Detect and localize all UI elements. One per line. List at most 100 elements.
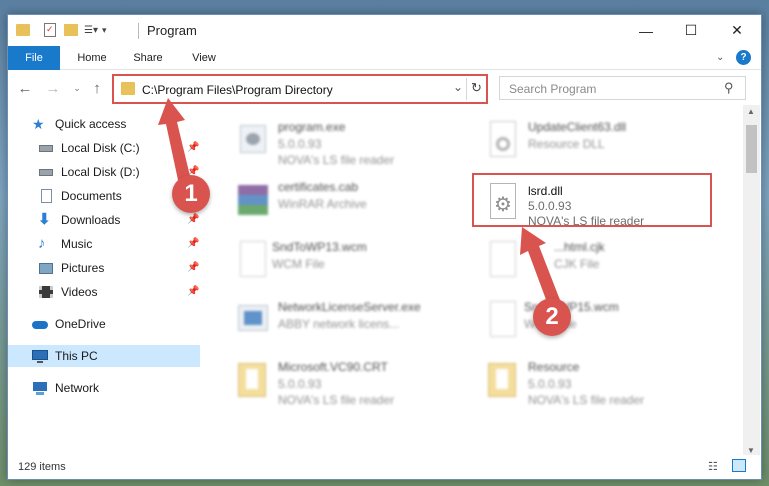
file-name: ...html.cjk <box>554 240 605 254</box>
scroll-up-icon[interactable]: ▲ <box>747 107 755 116</box>
file-name: Resource <box>528 360 580 374</box>
new-folder-icon[interactable] <box>64 24 78 36</box>
pin-icon[interactable]: 📌 <box>187 214 199 225</box>
quick-access-toolbar: ✓ ☰▾ ▾ <box>16 21 107 39</box>
details-view-icon[interactable]: ☷ <box>708 460 718 473</box>
sidebar-item-label: This PC <box>55 349 98 363</box>
navigation-pane: ★ Quick access Local Disk (C:) 📌 Local D… <box>8 105 200 457</box>
ribbon-tabs: File Home Share View ⌄ ? <box>8 46 761 100</box>
file-description: NOVA's LS file reader <box>278 393 395 407</box>
file-explorer-window: ✓ ☰▾ ▾ Program — ☐ ✕ File Home Share Vie… <box>7 14 762 480</box>
pin-icon[interactable]: 📌 <box>187 238 199 249</box>
large-icons-view-icon[interactable] <box>732 459 746 472</box>
step-badge-2: 2 <box>533 298 571 336</box>
file-item-resource[interactable]: Resource 5.0.0.93 NOVA's LS file reader <box>474 351 714 407</box>
sidebar-item-local-disk-d[interactable]: Local Disk (D:) 📌 <box>8 161 200 183</box>
file-name: NetworkLicenseServer.exe <box>278 300 421 314</box>
file-description: ABBY network licens... <box>278 317 400 331</box>
sidebar-item-label: Local Disk (C:) <box>61 141 140 155</box>
pin-icon[interactable]: 📌 <box>187 286 199 297</box>
file-item-networklicenseserver-exe[interactable]: NetworkLicenseServer.exe ABBY network li… <box>224 291 464 345</box>
sidebar-item-local-disk-c[interactable]: Local Disk (C:) 📌 <box>8 137 200 159</box>
sidebar-item-onedrive[interactable]: OneDrive <box>8 313 200 335</box>
up-arrow-icon[interactable]: ↑ <box>88 79 106 97</box>
file-item-microsoft-vc90-crt[interactable]: Microsoft.VC90.CRT 5.0.0.93 NOVA's LS fi… <box>224 351 464 407</box>
tab-share[interactable]: Share <box>126 46 170 70</box>
close-button[interactable]: ✕ <box>714 15 760 46</box>
music-icon: ♪ <box>38 235 46 252</box>
file-item-sndtowp15-wcm[interactable]: SndToWP15.wcm WCM File <box>474 291 714 345</box>
sidebar-item-label: Quick access <box>55 117 127 131</box>
drive-icon <box>38 164 54 180</box>
file-description: NOVA's LS file reader <box>278 153 395 167</box>
back-arrow-icon[interactable]: ← <box>16 79 34 97</box>
address-separator <box>466 78 467 100</box>
folder-doc-icon <box>486 359 520 399</box>
sidebar-item-quick-access[interactable]: ★ Quick access <box>8 113 200 135</box>
cloud-icon <box>32 316 48 332</box>
sidebar-item-label: Network <box>55 381 100 395</box>
file-icon <box>486 299 520 339</box>
network-icon <box>32 380 48 396</box>
search-input[interactable]: Search Program <box>509 82 596 96</box>
file-item-program-exe[interactable]: program.exe 5.0.0.93 NOVA's LS file read… <box>224 111 464 167</box>
chevron-down-icon[interactable]: ⌄ <box>453 80 463 94</box>
properties-icon[interactable]: ✓ <box>44 23 56 37</box>
sidebar-item-pictures[interactable]: Pictures 📌 <box>8 257 200 279</box>
search-icon: ⚲ <box>724 80 734 95</box>
file-item-sndtowp13-wcm[interactable]: SndToWP13.wcm WCM File <box>224 231 464 285</box>
file-description: WCM File <box>272 257 325 271</box>
recent-locations-icon[interactable]: ⌄ <box>68 79 86 97</box>
file-version: 5.0.0.93 <box>278 137 322 151</box>
sidebar-item-label: Documents <box>61 189 122 203</box>
sidebar-item-music[interactable]: ♪ Music 📌 <box>8 233 200 255</box>
file-description: Resource DLL <box>528 137 605 151</box>
pin-icon[interactable]: 📌 <box>187 142 199 153</box>
sidebar-item-label: Downloads <box>61 213 121 227</box>
title-separator <box>138 23 139 39</box>
file-name: program.exe <box>278 120 346 134</box>
file-item-lsrd-dll[interactable]: ⚙ lsrd.dll 5.0.0.93 NOVA's LS file reade… <box>472 173 712 228</box>
sidebar-item-label: Videos <box>61 285 98 299</box>
videos-icon <box>38 284 54 300</box>
file-name: SndToWP13.wcm <box>272 240 367 254</box>
item-count: 129 items <box>18 461 66 473</box>
file-icon <box>236 239 270 279</box>
star-icon: ★ <box>32 116 45 132</box>
file-version: 5.0.0.93 <box>278 377 322 391</box>
file-item-certificates-cab[interactable]: certificates.cab WinRAR Archive <box>224 171 464 225</box>
sidebar-item-network[interactable]: Network <box>8 377 200 399</box>
minimize-button[interactable]: — <box>623 15 669 46</box>
ribbon-expand-icon[interactable]: ⌄ <box>716 52 724 63</box>
address-row: ← → ⌄ ↑ C:\Program Files\Program Directo… <box>8 70 761 105</box>
file-description: CJK File <box>554 257 600 271</box>
file-item-updateclient-dll[interactable]: UpdateClient63.dll Resource DLL <box>474 111 714 165</box>
help-icon[interactable]: ? <box>736 50 751 65</box>
scrollbar-thumb[interactable] <box>746 125 757 173</box>
refresh-icon[interactable]: ↻ <box>471 80 482 96</box>
customize-toolbar-icon[interactable]: ☰▾ <box>84 25 98 36</box>
search-box[interactable]: Search Program ⚲ <box>499 76 746 100</box>
sidebar-item-downloads[interactable]: ⬇ Downloads 📌 <box>8 209 200 231</box>
file-description: NOVA's LS file reader <box>528 393 645 407</box>
tab-view[interactable]: View <box>184 46 224 70</box>
file-item-html-cjk[interactable]: ...html.cjk CJK File <box>474 231 714 285</box>
pin-icon[interactable]: 📌 <box>187 262 199 273</box>
tab-home[interactable]: Home <box>68 46 116 70</box>
download-icon: ⬇ <box>38 211 51 228</box>
sidebar-item-this-pc[interactable]: This PC <box>8 345 200 367</box>
pictures-icon <box>38 260 54 276</box>
sidebar-item-label: Music <box>61 237 93 251</box>
sidebar-item-videos[interactable]: Videos 📌 <box>8 281 200 303</box>
address-path[interactable]: C:\Program Files\Program Directory <box>142 83 333 97</box>
vertical-scrollbar[interactable]: ▲ ▼ <box>743 105 760 457</box>
file-name: UpdateClient63.dll <box>528 120 627 134</box>
exe-blue-icon <box>236 299 270 339</box>
chevron-down-icon[interactable]: ▾ <box>102 25 107 36</box>
forward-arrow-icon[interactable]: → <box>44 79 62 97</box>
scroll-down-icon[interactable]: ▼ <box>747 446 755 455</box>
address-bar[interactable]: C:\Program Files\Program Directory ⌄ ↻ <box>112 74 488 104</box>
window-title: Program <box>147 23 197 38</box>
step-badge-1: 1 <box>172 175 210 213</box>
maximize-button[interactable]: ☐ <box>668 15 714 46</box>
